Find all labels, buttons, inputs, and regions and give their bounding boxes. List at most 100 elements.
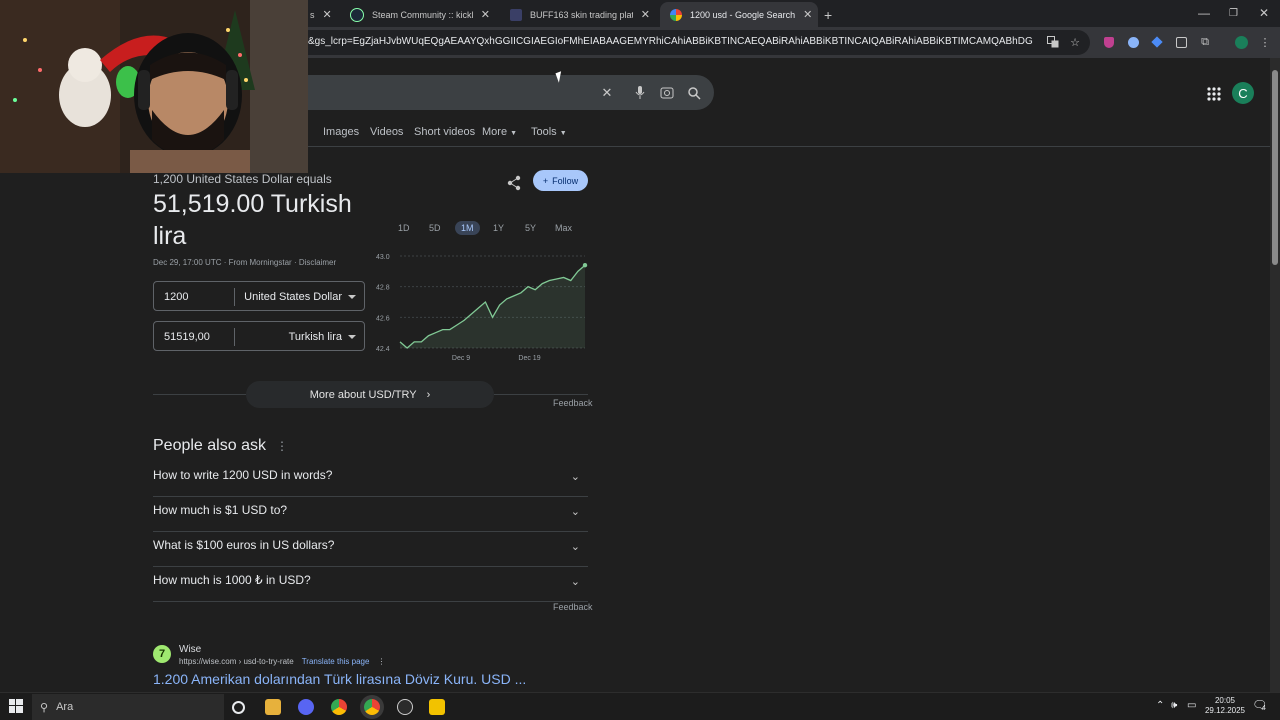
chevron-down-icon: ⌄ (570, 541, 580, 553)
url-text[interactable]: &gs_lcrp=EgZjaHJvbWUqEQgAEAAYQxhGGIICGIA… (308, 36, 1033, 47)
new-tab-button[interactable]: + (818, 2, 840, 27)
chevron-down-icon: ⌄ (570, 576, 580, 588)
search-input[interactable]: ✕ (300, 75, 714, 110)
tab-google-search[interactable]: 1200 usd - Google Search ✕ (660, 2, 818, 27)
converter-feedback-link[interactable]: Feedback (553, 398, 593, 408)
extension-shield-icon[interactable] (1102, 35, 1116, 49)
webcam-overlay (0, 0, 308, 173)
result-url: https://wise.com › usd-to-try-rate Trans… (179, 657, 386, 666)
app-icon[interactable] (429, 699, 445, 715)
paa-question[interactable]: How to write 1200 USD in words? ⌄ (153, 462, 588, 497)
search-icon: ⚲ (40, 701, 49, 714)
translate-icon[interactable] (1046, 35, 1060, 49)
range-max[interactable]: Max (549, 221, 578, 235)
translate-page-link[interactable]: Translate this page (302, 657, 370, 666)
chrome-active-icon[interactable] (364, 699, 380, 715)
range-5y[interactable]: 5Y (519, 221, 542, 235)
system-clock[interactable]: 20:05 29.12.2025 (1200, 696, 1250, 716)
tab-buff163[interactable]: BUFF163 skin trading platform ✕ (500, 2, 660, 27)
plus-icon: + (542, 175, 549, 186)
profile-avatar-icon[interactable] (1234, 35, 1248, 49)
camera-lens-icon[interactable] (658, 84, 676, 102)
chevron-right-icon: › (426, 388, 431, 401)
range-1y[interactable]: 1Y (487, 221, 510, 235)
share-icon[interactable] (506, 175, 522, 191)
microphone-icon[interactable] (631, 84, 649, 102)
range-5d[interactable]: 5D (423, 221, 447, 235)
exchange-rate-chart[interactable]: 43.0 42.8 42.6 42.4 Dec 9 Dec 19 (370, 248, 590, 368)
minimize-icon[interactable]: — (1198, 6, 1210, 20)
network-icon[interactable]: ▭ (1187, 700, 1196, 711)
discord-icon[interactable] (298, 699, 314, 715)
chevron-down-icon: ⌄ (570, 506, 580, 518)
paa-question[interactable]: How much is 1000 ₺ in USD? ⌄ (153, 567, 588, 602)
range-1m[interactable]: 1M (455, 221, 480, 235)
address-bar[interactable]: &gs_lcrp=EgZjaHJvbWUqEQgAEAAYQxhGGIICGIA… (290, 30, 1090, 55)
google-icon (670, 8, 682, 21)
nav-short-videos[interactable]: Short videos (414, 126, 475, 138)
chart-last-point (582, 263, 588, 268)
caret-down-icon: ▼ (559, 130, 567, 137)
more-options-icon[interactable]: ⋮ (377, 657, 385, 666)
chart-x-tick: Dec 9 (452, 355, 470, 362)
buff-icon (510, 8, 522, 21)
restore-icon[interactable]: ❐ (1229, 8, 1238, 19)
paa-feedback-link[interactable]: Feedback (553, 602, 593, 612)
more-about-button[interactable]: More about USD/TRY › (246, 381, 494, 408)
close-icon[interactable]: ✕ (481, 8, 490, 21)
extension-circle-icon[interactable] (1126, 35, 1140, 49)
extension-box-icon[interactable] (1174, 35, 1188, 49)
chart-y-tick: 43.0 (376, 254, 390, 261)
result-site-name[interactable]: Wise (179, 644, 201, 655)
nav-videos[interactable]: Videos (370, 126, 403, 138)
extensions-puzzle-icon[interactable]: ⧉ (1198, 35, 1212, 49)
clear-icon[interactable]: ✕ (598, 84, 616, 102)
result-title-link[interactable]: 1.200 Amerikan dolarından Türk lirasına … (153, 671, 526, 687)
nav-more[interactable]: More ▼ (482, 126, 517, 138)
nav-tools[interactable]: Tools ▼ (531, 126, 567, 138)
tab-steam-community[interactable]: Steam Community :: kicklive-co ✕ (340, 2, 500, 27)
from-amount-input[interactable]: 1200 (164, 291, 188, 303)
to-amount-input[interactable]: 51519,00 (164, 331, 210, 343)
account-avatar[interactable]: C (1232, 82, 1254, 104)
dropdown-caret-icon[interactable] (348, 335, 356, 339)
window-close-icon[interactable]: ✕ (1259, 6, 1269, 20)
paa-question[interactable]: What is $100 euros in US dollars? ⌄ (153, 532, 588, 567)
chart-y-tick: 42.8 (376, 285, 390, 292)
windows-start-icon[interactable] (9, 699, 25, 715)
follow-button[interactable]: + Follow (533, 170, 588, 191)
chrome-icon[interactable] (331, 699, 347, 715)
volume-icon[interactable]: 🕪 (1171, 700, 1177, 711)
task-view-icon[interactable] (232, 701, 245, 714)
scrollbar-thumb[interactable] (1272, 70, 1278, 265)
dropdown-caret-icon[interactable] (348, 295, 356, 299)
paa-question[interactable]: How much is $1 USD to? ⌄ (153, 497, 588, 532)
chart-y-tick: 42.4 (376, 346, 390, 353)
tray-chevron-up-icon[interactable]: ⌃ (1156, 700, 1164, 711)
close-icon[interactable]: ✕ (641, 8, 650, 21)
range-1d[interactable]: 1D (392, 221, 416, 235)
to-currency-field[interactable]: 51519,00 Turkish lira (153, 321, 365, 351)
obs-icon[interactable] (397, 699, 413, 715)
search-icon[interactable] (685, 84, 703, 102)
taskbar-search-input[interactable]: ⚲ Ara (32, 694, 224, 720)
chevron-down-icon: ⌄ (570, 471, 580, 483)
google-apps-icon[interactable] (1207, 87, 1221, 101)
bookmark-star-icon[interactable]: ☆ (1068, 35, 1082, 49)
to-currency-select[interactable]: Turkish lira (289, 331, 342, 343)
from-currency-select[interactable]: United States Dollar (244, 291, 342, 303)
close-icon[interactable]: ✕ (803, 8, 812, 21)
close-icon[interactable]: ✕ (323, 8, 332, 21)
nav-divider (300, 146, 1270, 147)
nav-images[interactable]: Images (323, 126, 359, 138)
menu-kebab-icon[interactable]: ⋮ (1258, 35, 1272, 49)
notification-count: 4 (1262, 705, 1266, 712)
from-currency-field[interactable]: 1200 United States Dollar (153, 281, 365, 311)
extension-diamond-icon[interactable] (1150, 35, 1164, 49)
paa-heading: People also ask ⋮ (153, 437, 288, 454)
conversion-meta: Dec 29, 17:00 UTC · From Morningstar · D… (153, 258, 337, 267)
disclaimer-link[interactable]: Disclaimer (299, 258, 336, 267)
file-explorer-icon[interactable] (265, 699, 281, 715)
caret-down-icon: ▼ (510, 130, 518, 137)
more-options-icon[interactable]: ⋮ (276, 439, 288, 453)
